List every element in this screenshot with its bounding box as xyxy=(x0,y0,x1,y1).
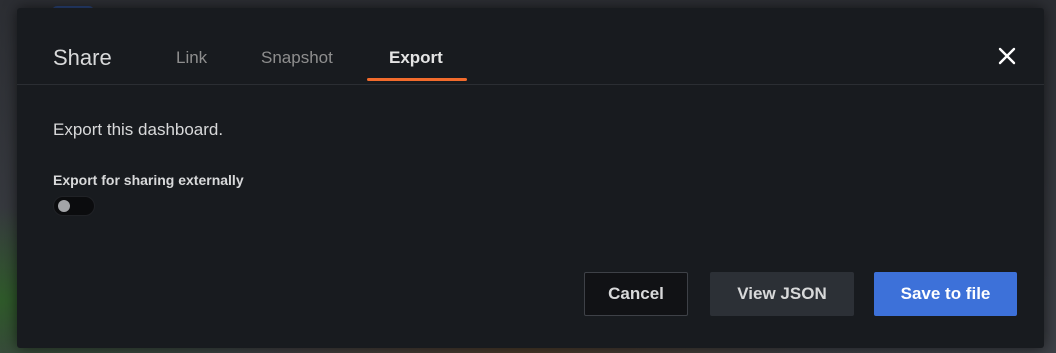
close-button[interactable] xyxy=(993,42,1021,70)
close-icon xyxy=(998,47,1016,65)
share-externally-toggle[interactable] xyxy=(53,196,95,216)
active-tab-indicator xyxy=(367,78,467,81)
toggle-knob xyxy=(58,200,70,212)
tab-snapshot[interactable]: Snapshot xyxy=(261,48,333,68)
share-modal: Share Link Snapshot Export Export this d… xyxy=(17,8,1044,348)
tab-link[interactable]: Link xyxy=(176,48,207,68)
modal-header: Share Link Snapshot Export xyxy=(17,8,1044,85)
cancel-button[interactable]: Cancel xyxy=(584,272,688,316)
tab-export[interactable]: Export xyxy=(389,48,443,68)
share-externally-label: Export for sharing externally xyxy=(53,172,244,188)
save-to-file-button[interactable]: Save to file xyxy=(874,272,1017,316)
export-description: Export this dashboard. xyxy=(53,120,224,139)
modal-title: Share xyxy=(53,45,112,70)
view-json-button[interactable]: View JSON xyxy=(710,272,854,316)
